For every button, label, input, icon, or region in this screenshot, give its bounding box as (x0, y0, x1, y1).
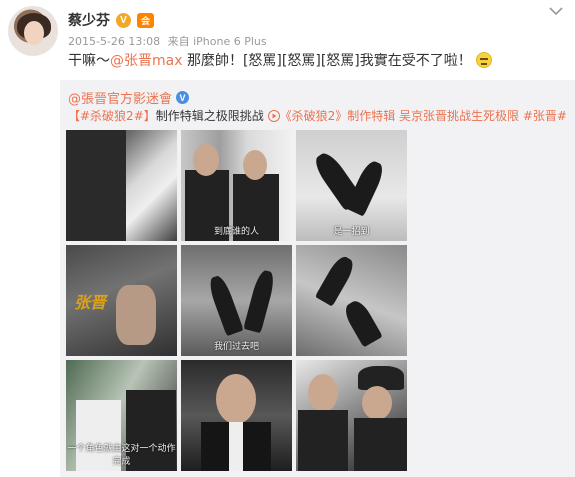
repost-author[interactable]: @張晉官方影迷會 (68, 88, 172, 107)
post-meta: 2015-5-26 13:08 来自 iPhone 6 Plus (68, 33, 271, 49)
image-7-subtitle: 一个角色就由这对一个动作完成 (67, 444, 176, 467)
image-9-figure-right (354, 418, 407, 471)
image-9-face-left (308, 374, 338, 412)
image-5-figure-1 (206, 273, 244, 337)
image-grid: 到底谁的人 是一招到 张晋 我们过去吧 一个角色就由这对一个动作完成 (66, 130, 408, 472)
image-8-shirt (229, 422, 243, 471)
image-6-figure-2 (341, 297, 383, 348)
image-4-logo: 张晋 (74, 293, 107, 312)
repost-author-row: @張晉官方影迷會 V (68, 88, 190, 107)
image-5-subtitle: 我们过去吧 (213, 342, 259, 352)
video-link-icon (267, 109, 280, 123)
blue-verified-icon: V (176, 91, 190, 104)
author-row: 蔡少芬 V 会 (68, 10, 154, 30)
image-9-figure-left (298, 410, 348, 471)
image-8-face (216, 374, 256, 424)
vip-verified-icon: V (116, 12, 131, 28)
image-5-figure-2 (243, 268, 277, 334)
repost-text: 【#杀破狼2#】制作特辑之极限挑战 《杀破狼2》制作特辑 吴京张晋挑战生死极限 … (68, 107, 567, 125)
video-link[interactable]: 《杀破狼2》制作特辑 吴京张晋挑战生死极限 (280, 109, 519, 123)
weibo-post: 蔡少芬 V 会 2015-5-26 13:08 来自 iPhone 6 Plus… (0, 0, 575, 477)
image-4-hand (116, 285, 156, 345)
image-9-face-right (362, 386, 392, 420)
avatar[interactable] (8, 6, 58, 56)
username[interactable]: 蔡少芬 (68, 10, 110, 30)
post-text-body: 那麼帥！[怒罵][怒罵][怒罵]我實在受不了啦！ (182, 53, 472, 69)
image-3-subtitle: 是一招到 (333, 227, 370, 237)
grid-image-1[interactable] (66, 130, 177, 241)
grid-image-4[interactable]: 张晋 (66, 245, 177, 356)
grid-image-7[interactable]: 一个角色就由这对一个动作完成 (66, 360, 177, 471)
grid-image-8[interactable] (181, 360, 292, 471)
grid-image-5[interactable]: 我们过去吧 (181, 245, 292, 356)
grid-image-9[interactable] (296, 360, 407, 471)
post-timestamp[interactable]: 2015-5-26 13:08 (68, 35, 160, 48)
chevron-down-icon[interactable] (549, 6, 563, 16)
post-text: 干嘛～@张晋max 那麼帥！[怒罵][怒罵][怒罵]我實在受不了啦！ (68, 50, 493, 72)
avatar-face (24, 21, 44, 45)
member-badge-icon[interactable]: 会 (137, 12, 154, 28)
post-text-prefix: 干嘛～ (68, 53, 110, 69)
hashtag-link[interactable]: 【#杀破狼2#】 (68, 109, 156, 123)
repost-card: @張晉官方影迷會 V 【#杀破狼2#】制作特辑之极限挑战 《杀破狼2》制作特辑 … (60, 80, 575, 477)
grid-image-6[interactable] (296, 245, 407, 356)
grid-image-3[interactable]: 是一招到 (296, 130, 407, 241)
post-source: 来自 iPhone 6 Plus (167, 35, 267, 48)
sweat-smile-emoji-icon (476, 52, 493, 68)
mention-link[interactable]: @张晋max (110, 53, 183, 69)
image-2-face-right (243, 150, 267, 180)
image-1-figure (66, 130, 126, 241)
repost-text-body: 制作特辑之极限挑战 (155, 109, 268, 123)
image-2-face-left (193, 144, 219, 176)
image-2-subtitle: 到底谁的人 (213, 227, 259, 237)
hashtag-link-2[interactable]: #张晋# (519, 109, 567, 123)
image-6-figure-1 (314, 253, 358, 307)
grid-image-2[interactable]: 到底谁的人 (181, 130, 292, 241)
